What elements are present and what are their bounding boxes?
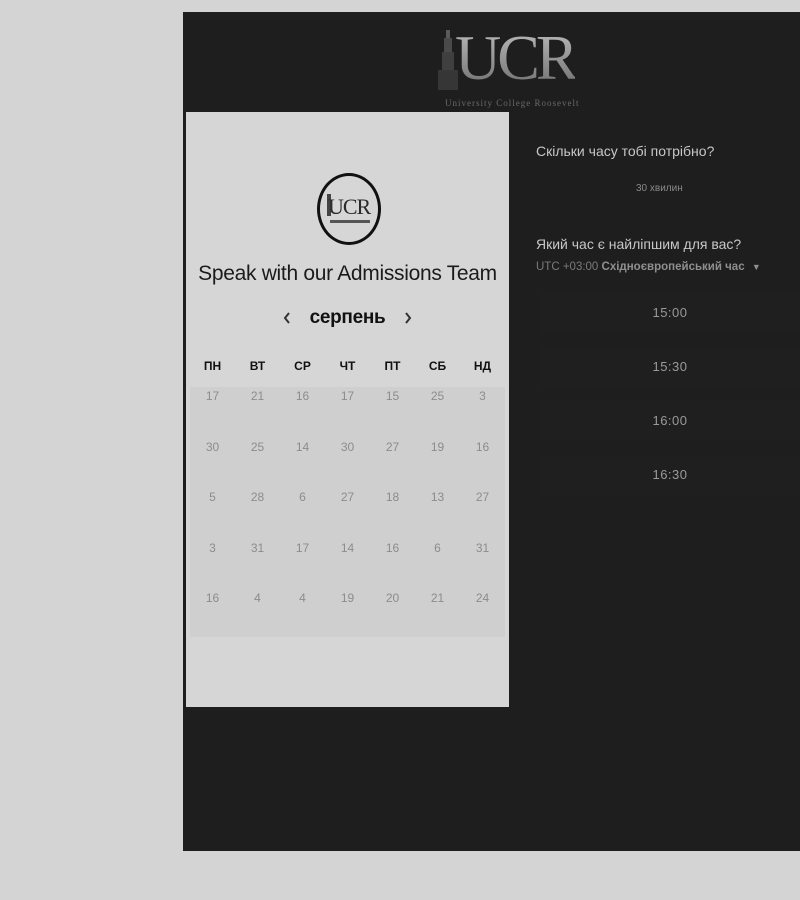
day-cell[interactable]: 5 [190,490,235,541]
day-cell[interactable]: 14 [325,541,370,592]
day-cell[interactable]: 24 [460,591,505,642]
chevron-right-icon [405,312,412,324]
time-slot-button[interactable]: 16:30 [540,455,800,495]
day-cell[interactable]: 25 [235,440,280,491]
day-cell[interactable]: 25 [415,389,460,440]
badge-tagline-mark [330,220,370,223]
day-cell[interactable]: 21 [235,389,280,440]
duration-option[interactable]: 30 хвилин [636,183,683,194]
day-cell[interactable]: 27 [370,440,415,491]
day-cell[interactable]: 19 [325,591,370,642]
day-cell[interactable]: 4 [235,591,280,642]
day-cell[interactable]: 17 [325,389,370,440]
day-cell[interactable]: 16 [190,591,235,642]
page-title: Speak with our Admissions Team [198,262,497,285]
day-cell[interactable]: 4 [280,591,325,642]
time-slot-button[interactable]: 16:00 [540,401,800,441]
day-cell[interactable]: 3 [460,389,505,440]
time-question: Який час є найліпшим для вас? [536,236,742,252]
ucr-badge-logo: UCR [317,173,381,245]
day-cell[interactable]: 16 [460,440,505,491]
day-cell[interactable]: 20 [370,591,415,642]
day-cell[interactable]: 14 [280,440,325,491]
day-cell[interactable]: 30 [325,440,370,491]
time-slot-button[interactable]: 15:00 [540,293,800,333]
weekday-label: СБ [428,359,447,373]
day-cell[interactable]: 13 [415,490,460,541]
days-grid: 17 21 16 17 15 25 3 30 25 14 30 27 19 16 5 28 6 27 18 13 27 3… [190,389,505,642]
day-cell[interactable]: 15 [370,389,415,440]
logo-tagline: University College Roosevelt [445,98,580,108]
weekday-label: СР [294,359,311,373]
day-cell[interactable]: 27 [460,490,505,541]
day-cell[interactable]: 17 [190,389,235,440]
weekday-label: НД [473,359,492,373]
weekday-label: ПН [203,359,222,373]
booking-frame: UCR University College Roosevelt UCR Spe… [183,12,800,851]
time-slot-button[interactable]: 15:30 [540,347,800,387]
next-month-button[interactable] [399,307,417,329]
day-cell[interactable]: 30 [190,440,235,491]
day-cell[interactable]: 3 [190,541,235,592]
calendar-panel: UCR Speak with our Admissions Team серпе… [186,112,509,707]
day-cell[interactable]: 31 [235,541,280,592]
day-cell[interactable]: 18 [370,490,415,541]
day-cell[interactable]: 6 [415,541,460,592]
ucr-logo: UCR University College Roosevelt [433,26,593,112]
day-cell[interactable]: 6 [280,490,325,541]
weekday-header: ПН ВТ СР ЧТ ПТ СБ НД [190,359,505,373]
caret-down-icon: ▼ [751,262,761,272]
month-navigation: серпень [186,305,509,331]
logo-letters: UCR [455,22,579,93]
timezone-offset: UTC +03:00 [536,261,599,273]
current-month: серпень [309,307,386,328]
chevron-left-icon [283,312,290,324]
day-cell[interactable]: 17 [280,541,325,592]
day-cell[interactable]: 27 [325,490,370,541]
day-cell[interactable]: 31 [460,541,505,592]
weekday-label: ЧТ [339,359,356,373]
timezone-selector[interactable]: UTC +03:00 Східноєвропейський час ▼ [536,261,761,273]
weekday-label: ПТ [384,359,401,373]
weekday-label: ВТ [249,359,266,373]
badge-letters: UCR [328,194,371,219]
timezone-name: Східноєвропейський час [601,261,745,273]
day-cell[interactable]: 21 [415,591,460,642]
prev-month-button[interactable] [278,307,296,329]
day-cell[interactable]: 28 [235,490,280,541]
duration-question: Скільки часу тобі потрібно? [536,143,715,159]
day-cell[interactable]: 16 [370,541,415,592]
day-cell[interactable]: 16 [280,389,325,440]
day-cell[interactable]: 19 [415,440,460,491]
